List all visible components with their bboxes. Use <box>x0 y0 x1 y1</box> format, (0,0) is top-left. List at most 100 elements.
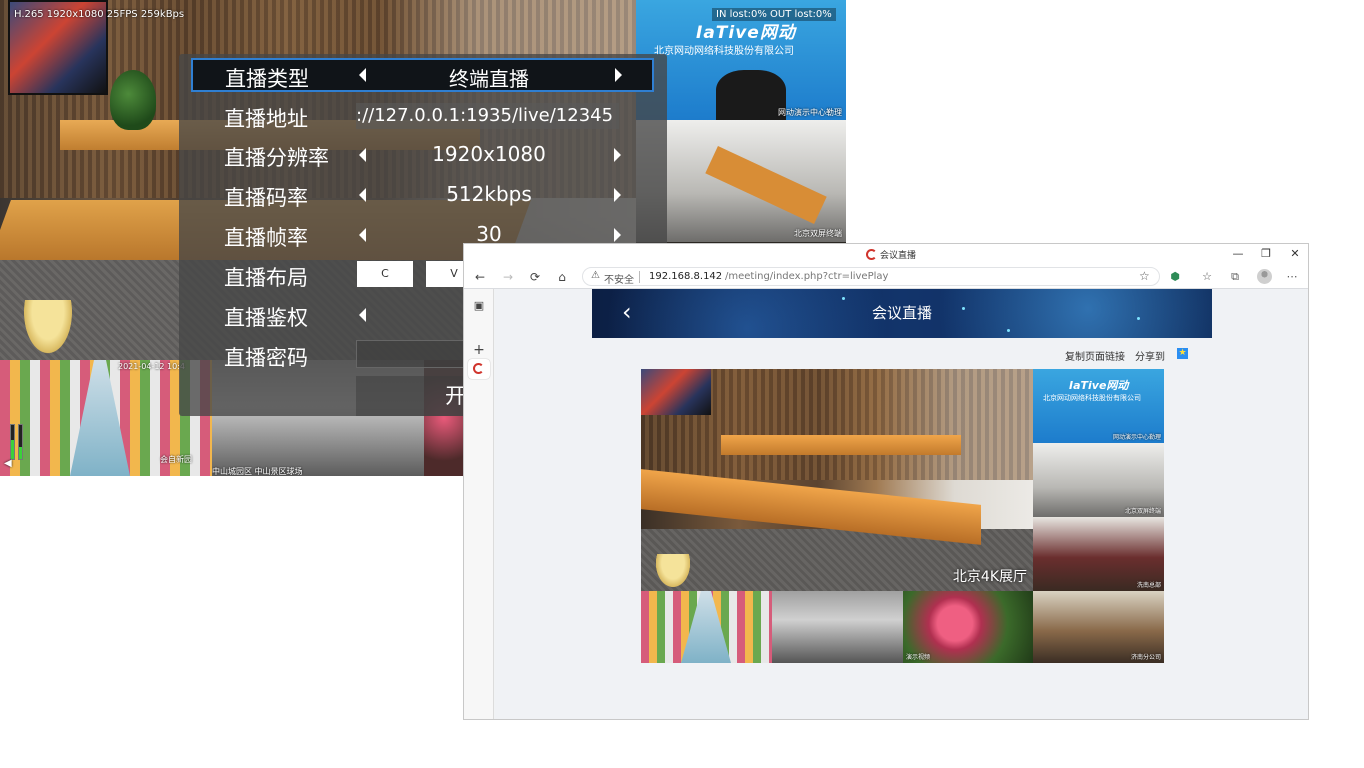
audio-meter <box>18 424 23 460</box>
company-name: 北京网动网络科技股份有限公司 <box>1043 394 1141 402</box>
more-icon[interactable]: ⋯ <box>1284 269 1300 285</box>
iative-logo: IaTive网动 <box>696 23 796 43</box>
company-name: 北京网动网络科技股份有限公司 <box>654 46 794 57</box>
layout-option-c[interactable]: C <box>357 261 413 287</box>
page-header: ‹ 会议直播 <box>592 289 1212 338</box>
video-tile-jinan-office: 济南分公司 <box>1033 591 1164 663</box>
osd-row-resolution[interactable]: 直播分辨率 1920x1080 <box>179 138 667 174</box>
packet-loss-info: IN lost:0% OUT lost:0% <box>712 8 836 21</box>
active-tab[interactable] <box>468 359 490 379</box>
live-video-player[interactable]: 北京4K展厅 IaTive网动 北京网动网络科技股份有限公司 网动演示中心勒理 … <box>641 369 1164 663</box>
video-tile-street <box>772 591 903 663</box>
share-qzone-icon[interactable]: ★ <box>1177 348 1188 359</box>
osd-label: 直播密码 <box>224 346 308 370</box>
osd-label: 直播类型 <box>225 67 309 91</box>
tile-label: 北京双屏终端 <box>794 229 842 238</box>
osd-row-bitrate[interactable]: 直播码率 512kbps <box>179 178 667 214</box>
arrow-right-icon[interactable] <box>614 188 621 202</box>
arrow-right-icon[interactable] <box>614 148 621 162</box>
iative-logo: IaTive网动 <box>1069 379 1129 392</box>
plant <box>110 70 156 130</box>
garden-aisle <box>70 360 130 476</box>
arrow-right-icon[interactable] <box>615 68 622 82</box>
video-tile-dual-screen: 北京双屏终端 <box>1033 443 1164 517</box>
restore-button[interactable]: ❐ <box>1259 247 1273 261</box>
tile-label: 演示视频 <box>906 654 931 661</box>
yellow-stool <box>653 554 693 591</box>
osd-label: 直播码率 <box>224 186 308 210</box>
vertical-tab-panel: ▣ + <box>464 289 494 719</box>
security-label[interactable]: 不安全 <box>604 271 634 286</box>
arrow-left-icon[interactable] <box>359 68 366 82</box>
desk <box>705 146 827 224</box>
tile-label: 济南分公司 <box>1130 654 1161 661</box>
extension-icon[interactable]: ⬢ <box>1167 269 1183 285</box>
decor-dot <box>1007 329 1010 332</box>
stream-info: H.265 1920x1080 25FPS 259kBps <box>14 9 185 20</box>
tile-label: 北京双屏终端 <box>1124 508 1161 515</box>
new-tab-icon[interactable]: + <box>472 343 486 357</box>
chair <box>716 70 786 120</box>
warning-icon[interactable]: ⚠ <box>591 270 600 281</box>
tile-label: 洗南总部 <box>1136 582 1161 589</box>
video-tile-demo-center: IaTive网动 北京网动网络科技股份有限公司 网动演示中心勒理 <box>1033 369 1164 443</box>
title-bar: 会议直播 — ❐ ✕ <box>464 244 1308 265</box>
back-desk <box>721 435 961 455</box>
tile-label: 网动演示中心勒理 <box>1112 434 1161 441</box>
osd-label: 直播地址 <box>224 107 308 131</box>
profile-icon[interactable] <box>1257 269 1272 284</box>
video-tile-hq: 洗南总部 <box>1033 517 1164 591</box>
arrow-left-icon[interactable] <box>359 308 366 322</box>
star-add-icon[interactable]: ☆ <box>1139 269 1150 283</box>
page-title: 会议直播 <box>871 304 932 322</box>
tab-actions-icon[interactable]: ▣ <box>472 299 486 313</box>
osd-row-live-type[interactable]: 直播类型 终端直播 <box>191 58 654 92</box>
osd-value: 512kbps <box>446 182 532 206</box>
arrow-left-icon[interactable] <box>359 148 366 162</box>
tile-label: 网动演示中心勒理 <box>778 108 842 117</box>
decor-dot <box>842 297 845 300</box>
home-button[interactable]: ⌂ <box>554 269 570 285</box>
audio-meter <box>10 424 15 460</box>
tile-label: 会自新园 <box>160 455 192 464</box>
osd-label: 直播鉴权 <box>224 306 308 330</box>
collections-icon[interactable]: ⧉ <box>1227 269 1243 285</box>
reload-button[interactable]: ⟳ <box>527 269 543 285</box>
osd-label: 直播分辨率 <box>224 146 329 170</box>
tile-timestamp: 2021-04-12 10:4 <box>118 362 185 371</box>
arrow-right-icon[interactable] <box>614 228 621 242</box>
screen: IaTive网动 北京网动网络科技股份有限公司 网动演示中心勒理 北京双屏终端 … <box>0 0 1364 768</box>
arrow-left-icon[interactable] <box>359 228 366 242</box>
url-host[interactable]: 192.168.8.142 <box>649 271 722 282</box>
site-favicon-icon <box>866 249 877 260</box>
tab-title[interactable]: 会议直播 <box>880 248 916 261</box>
url-path[interactable]: /meeting/index.php?ctr=livePlay <box>725 271 888 282</box>
address-separator <box>639 271 640 283</box>
copy-link-button[interactable]: 复制页面链接 <box>1065 348 1125 363</box>
browser-toolbar: ← → ⟳ ⌂ ⚠ 不安全 192.168.8.142 /meeting/ind… <box>464 265 1308 289</box>
osd-label: 直播布局 <box>224 266 308 290</box>
tile-caption: 中山城园区 中山景区球场 <box>212 467 303 476</box>
browser-window: 会议直播 — ❐ ✕ ← → ⟳ ⌂ ⚠ 不安全 192.168.8.142 /… <box>463 243 1309 720</box>
back-button[interactable]: ← <box>472 269 488 285</box>
favorites-icon[interactable]: ☆ <box>1199 269 1215 285</box>
share-button[interactable]: 分享到 <box>1135 348 1165 363</box>
yellow-stool <box>20 300 76 360</box>
site-favicon-icon <box>473 363 484 374</box>
live-address-input[interactable]: ://127.0.0.1:1935/live/12345 <box>356 103 619 129</box>
osd-value: 终端直播 <box>449 67 529 91</box>
page-content: ‹ 会议直播 复制页面链接 分享到 ★ 北京4K展厅 IaTive网动 北京网动… <box>495 289 1308 719</box>
arrow-left-icon[interactable] <box>359 188 366 202</box>
main-video-label: 北京4K展厅 <box>952 569 1027 585</box>
osd-value: 1920x1080 <box>432 142 546 166</box>
osd-row-live-address[interactable]: 直播地址 ://127.0.0.1:1935/live/12345 <box>179 99 667 135</box>
close-button[interactable]: ✕ <box>1288 247 1302 261</box>
address-bar[interactable]: ⚠ 不安全 192.168.8.142 /meeting/index.php?c… <box>582 267 1160 286</box>
garden-aisle <box>681 591 731 663</box>
wall-monitor <box>641 369 711 415</box>
main-video-tile: 北京4K展厅 <box>641 369 1033 591</box>
speaker-icon: ◀ <box>4 458 12 469</box>
forward-button[interactable]: → <box>500 269 516 285</box>
osd-label: 直播帧率 <box>224 226 308 250</box>
minimize-button[interactable]: — <box>1231 247 1245 261</box>
